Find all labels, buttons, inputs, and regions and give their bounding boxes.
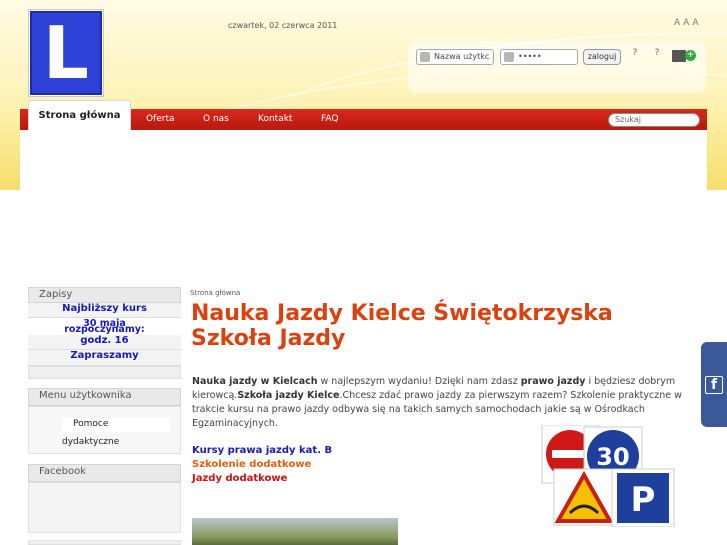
logo-badge: L	[30, 11, 102, 95]
username-field[interactable]: Nazwa użytkc	[416, 49, 494, 65]
password-value: •••••	[518, 52, 542, 61]
school-photo	[192, 518, 398, 545]
forgot-username-icon[interactable]: ?	[648, 48, 666, 64]
road-signs-image: 30 P	[541, 425, 675, 527]
next-course-link[interactable]: Najbliższy kurs	[28, 303, 181, 318]
intro-bold-1: Nauka jazdy w Kielcach	[192, 376, 318, 387]
intro-paragraph: Nauka jazdy w Kielcach w najlepszym wyda…	[192, 375, 682, 431]
zapraszamy-link[interactable]: Zapraszamy	[28, 350, 181, 366]
link-jazdy-dodatkowe[interactable]: Jazdy dodatkowe	[192, 473, 287, 484]
forgot-password-icon[interactable]: ?	[626, 48, 644, 64]
page-title: Nauka Jazdy Kielce Świętokrzyska Szkoła …	[191, 301, 613, 351]
password-field[interactable]: •••••	[500, 49, 578, 65]
facebook-side-tab[interactable]: f	[701, 342, 727, 427]
nav-faq[interactable]: FAQ	[321, 114, 338, 124]
nav-oferta[interactable]: Oferta	[146, 114, 175, 124]
bump-warning-sign	[553, 468, 615, 526]
nav-strona-glowna[interactable]: Strona główna	[28, 100, 131, 130]
logo-letter: L	[43, 11, 89, 95]
intro-bold-2: prawo jazdy	[520, 376, 586, 387]
facebook-icon: f	[705, 375, 723, 394]
current-date: czwartek, 02 czerwca 2011	[228, 21, 338, 30]
menu-item-pomoce[interactable]: Pomoce	[73, 419, 108, 429]
menu-item-dydaktyczne[interactable]: dydaktyczne	[62, 437, 119, 447]
nav-kontakt[interactable]: Kontakt	[258, 114, 292, 124]
link-szkolenie-dodatkowe[interactable]: Szkolenie dodatkowe	[192, 459, 311, 470]
register-plus-icon[interactable]: +	[685, 50, 696, 61]
user-menu-title: Menu użytkownika	[28, 388, 181, 406]
zapisy-panel-title: Zapisy	[28, 287, 181, 303]
nav-o-nas[interactable]: O nas	[203, 114, 229, 124]
search-input[interactable]: Szukaj	[608, 113, 700, 127]
speed-limit-value: 30	[596, 443, 629, 471]
intro-bold-3: Szkoła jazdy Kielce	[237, 390, 340, 401]
register-card-icon[interactable]	[672, 50, 686, 62]
parking-letter: P	[631, 480, 656, 520]
font-reset-button[interactable]: A	[683, 18, 689, 28]
font-decrease-button[interactable]: A	[674, 18, 680, 28]
breadcrumb[interactable]: Strona główna	[190, 289, 240, 297]
key-icon	[504, 52, 514, 62]
link-kursy-kat-b[interactable]: Kursy prawa jazdy kat. B	[192, 445, 332, 456]
facebook-panel-body	[28, 482, 181, 533]
font-increase-button[interactable]: A	[692, 18, 698, 28]
username-placeholder: Nazwa użytkc	[434, 52, 490, 61]
parking-sign: P	[611, 468, 675, 527]
course-time-link[interactable]: godz. 16	[28, 335, 181, 350]
site-logo[interactable]: L	[28, 9, 104, 97]
intro-text-1: w najlepszym wydaniu! Dzięki nam zdasz	[317, 376, 521, 387]
next-panel-top	[28, 540, 181, 545]
facebook-panel-title: Facebook	[28, 464, 181, 482]
login-button[interactable]: zaloguj	[583, 49, 621, 65]
font-size-controls: A A A	[674, 18, 699, 28]
zapisy-panel-footer	[28, 366, 181, 379]
user-icon	[420, 52, 430, 62]
